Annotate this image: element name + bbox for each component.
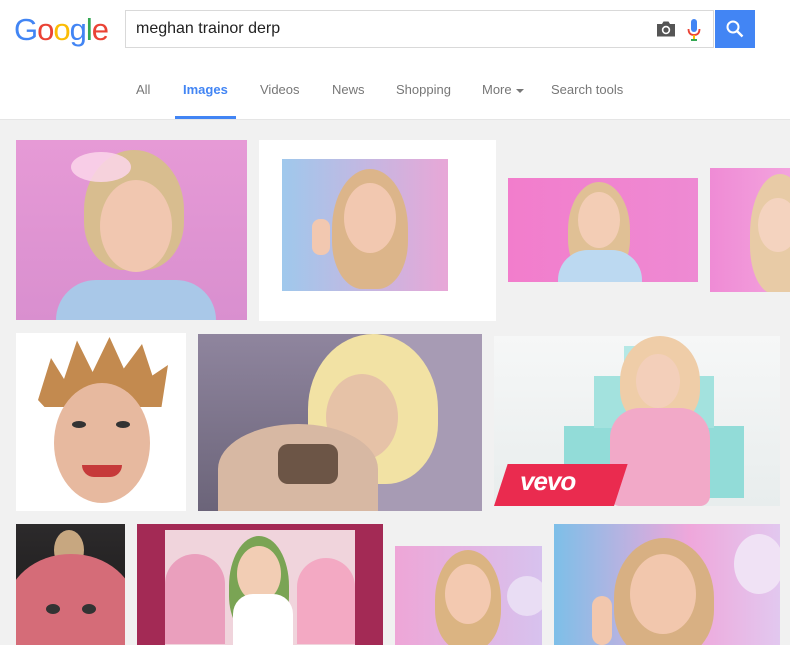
- search-box: [125, 10, 714, 48]
- tab-more[interactable]: More: [482, 60, 524, 119]
- tab-label: More: [482, 82, 512, 97]
- logo-letter: G: [14, 12, 38, 47]
- image-result[interactable]: [16, 333, 186, 511]
- google-logo[interactable]: Google: [14, 10, 109, 50]
- logo-letter: o: [37, 12, 54, 47]
- image-result[interactable]: [508, 178, 698, 282]
- header: Google: [0, 0, 790, 60]
- image-result[interactable]: [16, 140, 247, 320]
- image-result[interactable]: [554, 524, 780, 645]
- image-result[interactable]: [137, 524, 383, 645]
- logo-letter: e: [91, 12, 109, 47]
- camera-icon[interactable]: [655, 20, 677, 38]
- image-result[interactable]: [710, 168, 790, 292]
- tab-label: Search tools: [551, 82, 624, 97]
- image-result[interactable]: [259, 140, 496, 321]
- logo-letter: o: [53, 12, 70, 47]
- search-icon: [726, 20, 744, 38]
- tab-search-tools[interactable]: Search tools: [551, 60, 623, 119]
- tab-shopping[interactable]: Shopping: [396, 60, 451, 119]
- image-result[interactable]: [198, 334, 482, 511]
- microphone-icon[interactable]: [687, 19, 701, 41]
- tab-all[interactable]: All: [136, 60, 150, 119]
- tab-label: All: [136, 82, 151, 97]
- tab-label: News: [332, 82, 365, 97]
- image-result[interactable]: [16, 524, 125, 645]
- tab-label: Images: [183, 82, 228, 97]
- tab-label: Videos: [260, 82, 300, 97]
- search-tabs: All Images Videos News Shopping More Sea…: [0, 60, 790, 120]
- tab-label: Shopping: [396, 82, 451, 97]
- search-button[interactable]: [715, 10, 755, 48]
- logo-letter: g: [69, 12, 87, 47]
- tab-images[interactable]: Images: [175, 60, 236, 119]
- search-input[interactable]: [136, 11, 616, 47]
- chevron-down-icon: [515, 88, 524, 93]
- image-result[interactable]: vevo: [494, 336, 780, 506]
- vevo-logo: vevo: [520, 466, 576, 496]
- tab-videos[interactable]: Videos: [260, 60, 300, 119]
- tab-news[interactable]: News: [332, 60, 365, 119]
- image-result[interactable]: [395, 546, 542, 645]
